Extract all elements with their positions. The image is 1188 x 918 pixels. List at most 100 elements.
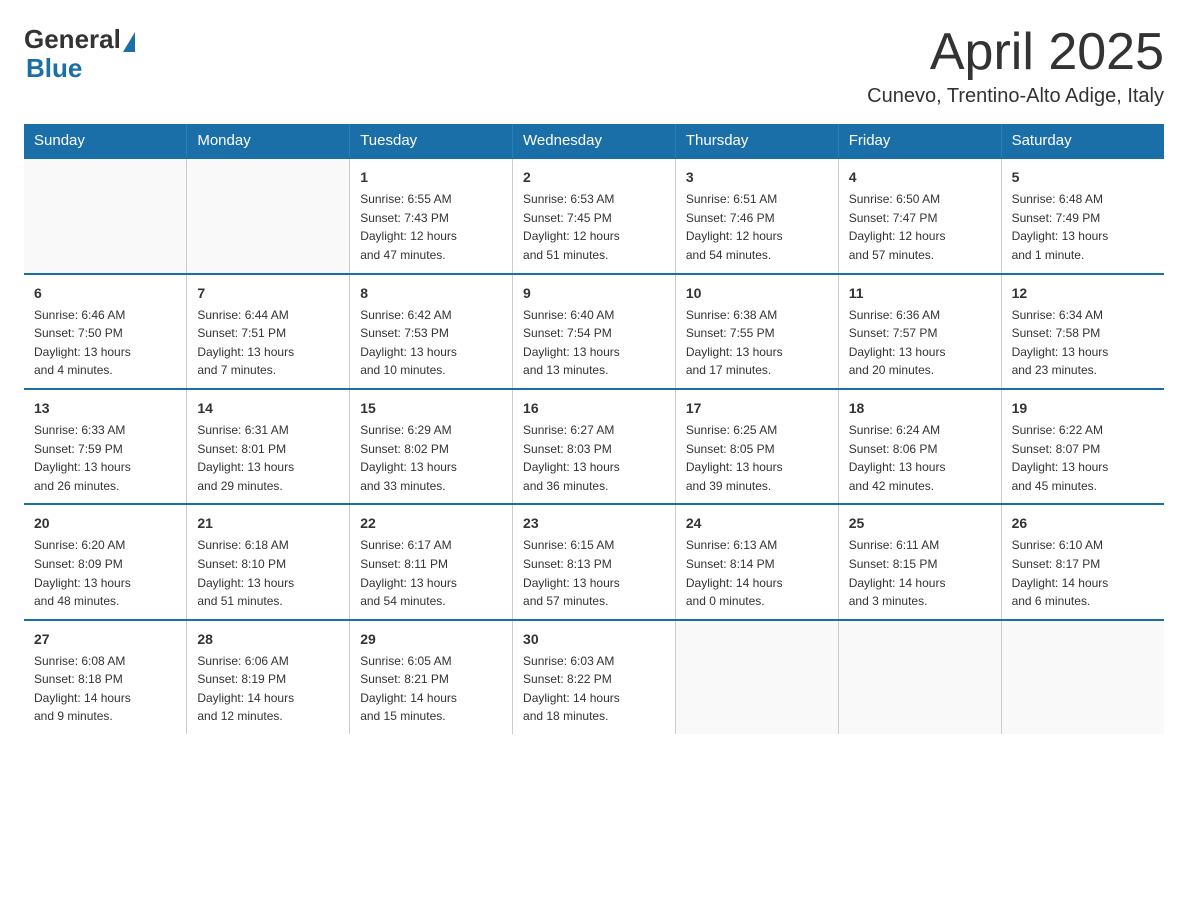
day-info: Sunrise: 6:33 AM Sunset: 7:59 PM Dayligh…	[34, 421, 176, 495]
calendar-cell: 2Sunrise: 6:53 AM Sunset: 7:45 PM Daylig…	[513, 158, 676, 273]
day-number: 4	[849, 167, 991, 188]
day-info: Sunrise: 6:20 AM Sunset: 8:09 PM Dayligh…	[34, 536, 176, 610]
day-number: 19	[1012, 398, 1154, 419]
calendar-header-row: SundayMondayTuesdayWednesdayThursdayFrid…	[24, 124, 1164, 158]
day-info: Sunrise: 6:46 AM Sunset: 7:50 PM Dayligh…	[34, 306, 176, 380]
day-info: Sunrise: 6:51 AM Sunset: 7:46 PM Dayligh…	[686, 190, 828, 264]
calendar-cell: 29Sunrise: 6:05 AM Sunset: 8:21 PM Dayli…	[350, 620, 513, 734]
calendar-cell: 17Sunrise: 6:25 AM Sunset: 8:05 PM Dayli…	[675, 389, 838, 504]
day-info: Sunrise: 6:38 AM Sunset: 7:55 PM Dayligh…	[686, 306, 828, 380]
calendar-week-row: 20Sunrise: 6:20 AM Sunset: 8:09 PM Dayli…	[24, 504, 1164, 619]
day-info: Sunrise: 6:53 AM Sunset: 7:45 PM Dayligh…	[523, 190, 665, 264]
calendar-cell: 1Sunrise: 6:55 AM Sunset: 7:43 PM Daylig…	[350, 158, 513, 273]
day-info: Sunrise: 6:03 AM Sunset: 8:22 PM Dayligh…	[523, 652, 665, 726]
calendar-cell: 18Sunrise: 6:24 AM Sunset: 8:06 PM Dayli…	[838, 389, 1001, 504]
calendar-cell: 28Sunrise: 6:06 AM Sunset: 8:19 PM Dayli…	[187, 620, 350, 734]
day-info: Sunrise: 6:15 AM Sunset: 8:13 PM Dayligh…	[523, 536, 665, 610]
day-info: Sunrise: 6:10 AM Sunset: 8:17 PM Dayligh…	[1012, 536, 1154, 610]
day-number: 5	[1012, 167, 1154, 188]
calendar-cell	[675, 620, 838, 734]
calendar-cell: 15Sunrise: 6:29 AM Sunset: 8:02 PM Dayli…	[350, 389, 513, 504]
day-info: Sunrise: 6:55 AM Sunset: 7:43 PM Dayligh…	[360, 190, 502, 264]
calendar-cell	[187, 158, 350, 273]
day-number: 2	[523, 167, 665, 188]
day-info: Sunrise: 6:48 AM Sunset: 7:49 PM Dayligh…	[1012, 190, 1154, 264]
calendar-header-saturday: Saturday	[1001, 124, 1164, 158]
day-number: 1	[360, 167, 502, 188]
day-info: Sunrise: 6:27 AM Sunset: 8:03 PM Dayligh…	[523, 421, 665, 495]
day-info: Sunrise: 6:31 AM Sunset: 8:01 PM Dayligh…	[197, 421, 339, 495]
day-number: 11	[849, 283, 991, 304]
day-info: Sunrise: 6:40 AM Sunset: 7:54 PM Dayligh…	[523, 306, 665, 380]
calendar-cell: 27Sunrise: 6:08 AM Sunset: 8:18 PM Dayli…	[24, 620, 187, 734]
calendar-cell: 12Sunrise: 6:34 AM Sunset: 7:58 PM Dayli…	[1001, 274, 1164, 389]
logo-blue-text: Blue	[26, 53, 82, 84]
day-info: Sunrise: 6:36 AM Sunset: 7:57 PM Dayligh…	[849, 306, 991, 380]
calendar-cell: 20Sunrise: 6:20 AM Sunset: 8:09 PM Dayli…	[24, 504, 187, 619]
day-info: Sunrise: 6:42 AM Sunset: 7:53 PM Dayligh…	[360, 306, 502, 380]
day-info: Sunrise: 6:17 AM Sunset: 8:11 PM Dayligh…	[360, 536, 502, 610]
day-info: Sunrise: 6:22 AM Sunset: 8:07 PM Dayligh…	[1012, 421, 1154, 495]
day-number: 12	[1012, 283, 1154, 304]
day-number: 13	[34, 398, 176, 419]
calendar-cell: 26Sunrise: 6:10 AM Sunset: 8:17 PM Dayli…	[1001, 504, 1164, 619]
day-number: 24	[686, 513, 828, 534]
day-number: 26	[1012, 513, 1154, 534]
calendar-cell	[1001, 620, 1164, 734]
day-number: 10	[686, 283, 828, 304]
day-info: Sunrise: 6:44 AM Sunset: 7:51 PM Dayligh…	[197, 306, 339, 380]
day-info: Sunrise: 6:08 AM Sunset: 8:18 PM Dayligh…	[34, 652, 176, 726]
day-number: 17	[686, 398, 828, 419]
day-info: Sunrise: 6:11 AM Sunset: 8:15 PM Dayligh…	[849, 536, 991, 610]
calendar-week-row: 1Sunrise: 6:55 AM Sunset: 7:43 PM Daylig…	[24, 158, 1164, 273]
calendar-cell: 4Sunrise: 6:50 AM Sunset: 7:47 PM Daylig…	[838, 158, 1001, 273]
day-number: 21	[197, 513, 339, 534]
calendar-header-tuesday: Tuesday	[350, 124, 513, 158]
calendar-cell: 16Sunrise: 6:27 AM Sunset: 8:03 PM Dayli…	[513, 389, 676, 504]
day-info: Sunrise: 6:34 AM Sunset: 7:58 PM Dayligh…	[1012, 306, 1154, 380]
month-title: April 2025	[867, 24, 1164, 81]
calendar-cell: 24Sunrise: 6:13 AM Sunset: 8:14 PM Dayli…	[675, 504, 838, 619]
day-number: 6	[34, 283, 176, 304]
logo-triangle-icon	[123, 32, 135, 52]
day-number: 9	[523, 283, 665, 304]
page-header: General Blue April 2025 Cunevo, Trentino…	[24, 24, 1164, 108]
calendar-cell: 9Sunrise: 6:40 AM Sunset: 7:54 PM Daylig…	[513, 274, 676, 389]
day-number: 30	[523, 629, 665, 650]
logo-general-text: General	[24, 24, 121, 55]
day-info: Sunrise: 6:18 AM Sunset: 8:10 PM Dayligh…	[197, 536, 339, 610]
day-info: Sunrise: 6:24 AM Sunset: 8:06 PM Dayligh…	[849, 421, 991, 495]
day-number: 27	[34, 629, 176, 650]
calendar-week-row: 6Sunrise: 6:46 AM Sunset: 7:50 PM Daylig…	[24, 274, 1164, 389]
calendar-cell: 11Sunrise: 6:36 AM Sunset: 7:57 PM Dayli…	[838, 274, 1001, 389]
day-info: Sunrise: 6:06 AM Sunset: 8:19 PM Dayligh…	[197, 652, 339, 726]
calendar-cell: 19Sunrise: 6:22 AM Sunset: 8:07 PM Dayli…	[1001, 389, 1164, 504]
day-info: Sunrise: 6:25 AM Sunset: 8:05 PM Dayligh…	[686, 421, 828, 495]
calendar-week-row: 27Sunrise: 6:08 AM Sunset: 8:18 PM Dayli…	[24, 620, 1164, 734]
calendar-week-row: 13Sunrise: 6:33 AM Sunset: 7:59 PM Dayli…	[24, 389, 1164, 504]
calendar-cell: 25Sunrise: 6:11 AM Sunset: 8:15 PM Dayli…	[838, 504, 1001, 619]
day-number: 29	[360, 629, 502, 650]
calendar-cell: 13Sunrise: 6:33 AM Sunset: 7:59 PM Dayli…	[24, 389, 187, 504]
calendar-cell: 30Sunrise: 6:03 AM Sunset: 8:22 PM Dayli…	[513, 620, 676, 734]
day-number: 15	[360, 398, 502, 419]
calendar-table: SundayMondayTuesdayWednesdayThursdayFrid…	[24, 124, 1164, 734]
calendar-cell: 8Sunrise: 6:42 AM Sunset: 7:53 PM Daylig…	[350, 274, 513, 389]
calendar-header-wednesday: Wednesday	[513, 124, 676, 158]
calendar-cell: 3Sunrise: 6:51 AM Sunset: 7:46 PM Daylig…	[675, 158, 838, 273]
day-number: 14	[197, 398, 339, 419]
logo: General Blue	[24, 24, 135, 84]
day-number: 7	[197, 283, 339, 304]
calendar-cell: 21Sunrise: 6:18 AM Sunset: 8:10 PM Dayli…	[187, 504, 350, 619]
day-number: 23	[523, 513, 665, 534]
day-number: 28	[197, 629, 339, 650]
day-info: Sunrise: 6:50 AM Sunset: 7:47 PM Dayligh…	[849, 190, 991, 264]
day-number: 20	[34, 513, 176, 534]
calendar-header-friday: Friday	[838, 124, 1001, 158]
calendar-cell	[24, 158, 187, 273]
calendar-header-thursday: Thursday	[675, 124, 838, 158]
calendar-cell	[838, 620, 1001, 734]
calendar-cell: 22Sunrise: 6:17 AM Sunset: 8:11 PM Dayli…	[350, 504, 513, 619]
day-number: 16	[523, 398, 665, 419]
day-info: Sunrise: 6:05 AM Sunset: 8:21 PM Dayligh…	[360, 652, 502, 726]
